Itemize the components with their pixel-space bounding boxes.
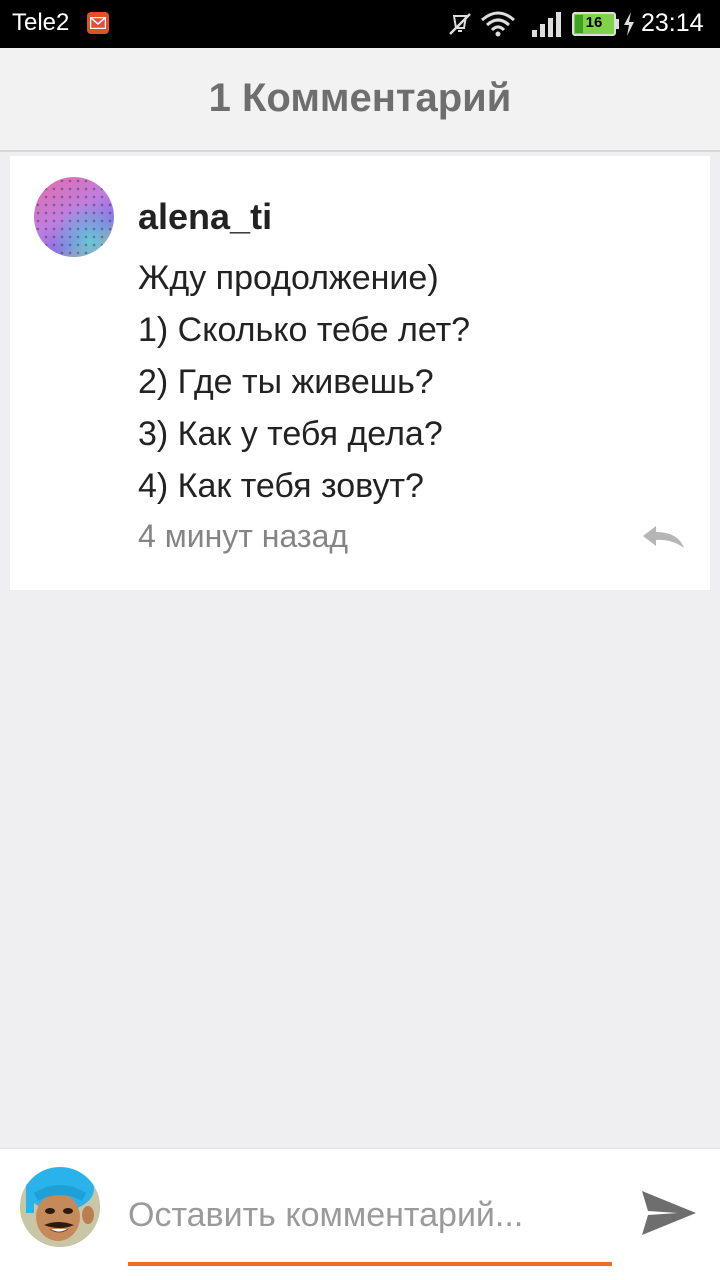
reply-icon[interactable] xyxy=(640,522,686,552)
comment-text: Жду продолжение) 1) Сколько тебе лет? 2)… xyxy=(138,252,470,512)
status-bar: Tele2 16 23:14 xyxy=(0,0,720,48)
carrier-label: Tele2 xyxy=(12,9,70,36)
signal-icon xyxy=(532,12,561,37)
app-header: 1 Комментарий xyxy=(0,48,720,152)
clock: 23:14 xyxy=(641,9,704,37)
wifi-icon xyxy=(481,11,515,37)
comment-timestamp: 4 минут назад xyxy=(138,518,349,554)
compose-bar xyxy=(0,1148,720,1280)
send-button[interactable] xyxy=(638,1185,698,1241)
mail-notification-icon xyxy=(87,12,109,34)
user-avatar[interactable] xyxy=(20,1167,100,1247)
comment-line: 3) Как у тебя дела? xyxy=(138,415,443,453)
page-title: 1 Комментарий xyxy=(208,76,512,120)
input-underline xyxy=(128,1262,612,1266)
comment-author[interactable]: alena_ti xyxy=(138,196,272,238)
comment-line: 1) Сколько тебе лет? xyxy=(138,311,471,349)
comment-input[interactable] xyxy=(128,1193,608,1237)
battery-level: 16 xyxy=(585,14,603,31)
charging-icon xyxy=(624,12,634,36)
commenter-avatar[interactable] xyxy=(34,177,114,257)
comment-line: 2) Где ты живешь? xyxy=(138,363,434,401)
comment-line: 4) Как тебя зовут? xyxy=(138,467,424,505)
comment-card: alena_ti Жду продолжение) 1) Сколько теб… xyxy=(10,156,710,590)
comment-line: Жду продолжение) xyxy=(138,259,439,297)
mute-icon xyxy=(449,13,471,35)
